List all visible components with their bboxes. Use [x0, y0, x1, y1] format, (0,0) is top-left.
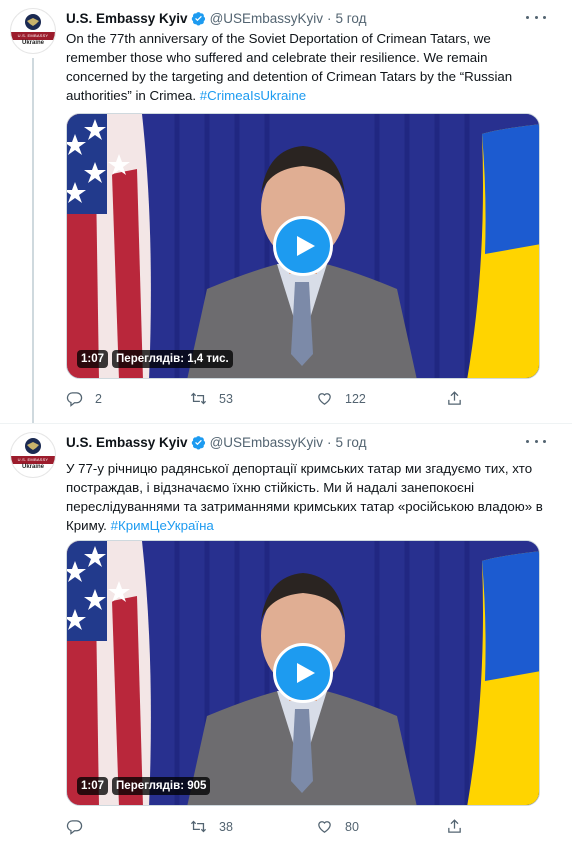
video-player[interactable]: 1:07 Переглядів: 905	[66, 540, 540, 806]
eagle-seal-icon	[25, 14, 41, 30]
separator-dot: ·	[327, 434, 332, 450]
share-button[interactable]	[446, 390, 463, 407]
heart-icon	[318, 393, 331, 405]
author-handle[interactable]: @USEmbassyKyiv	[210, 11, 323, 26]
video-info: 1:07 Переглядів: 1,4 тис.	[77, 350, 233, 368]
verified-badge-icon	[191, 11, 205, 25]
author-handle[interactable]: @USEmbassyKyiv	[210, 435, 323, 450]
eagle-seal-icon	[25, 438, 41, 454]
tweet-text: У 77-у річницю радянської депортації кри…	[66, 459, 546, 535]
reply-icon	[66, 392, 83, 407]
video-views: Переглядів: 1,4 тис.	[112, 350, 233, 368]
separator-dot: ·	[327, 10, 332, 26]
avatar-band: U.S. EMBASSY	[11, 456, 55, 464]
reply-count: 2	[95, 391, 102, 406]
retweet-button[interactable]: 53	[190, 390, 233, 407]
retweet-count: 38	[219, 819, 233, 834]
video-player[interactable]: 1:07 Переглядів: 1,4 тис.	[66, 113, 540, 379]
avatar[interactable]: U.S. EMBASSY Ukraine	[10, 8, 56, 54]
avatar[interactable]: U.S. EMBASSY Ukraine	[10, 432, 56, 478]
like-count: 80	[345, 819, 359, 834]
video-duration: 1:07	[77, 777, 109, 795]
tweet-time[interactable]: 5 год	[336, 435, 367, 450]
reply-button[interactable]	[66, 818, 95, 835]
reply-button[interactable]: 2	[66, 390, 102, 407]
tweet-header: U.S. Embassy Kyiv @USEmbassyKyiv · 5 год	[66, 432, 367, 452]
heart-icon	[318, 821, 331, 833]
video-info: 1:07 Переглядів: 905	[77, 777, 211, 795]
reply-icon	[66, 820, 83, 835]
play-button[interactable]	[273, 216, 333, 276]
more-options-icon[interactable]	[526, 10, 546, 24]
author-name[interactable]: U.S. Embassy Kyiv	[66, 435, 188, 450]
avatar-band: U.S. EMBASSY	[11, 32, 55, 40]
tweet[interactable]: U.S. EMBASSY Ukraine U.S. Embassy Kyiv @…	[0, 423, 572, 855]
tweet-time[interactable]: 5 год	[336, 11, 367, 26]
retweet-icon	[190, 820, 207, 833]
avatar-country: Ukraine	[21, 464, 44, 470]
thread-line	[32, 58, 34, 423]
hashtag-link[interactable]: #КримЦеУкраїна	[111, 518, 214, 533]
play-button[interactable]	[273, 643, 333, 703]
video-duration: 1:07	[77, 350, 109, 368]
share-icon	[448, 819, 461, 833]
play-icon	[297, 663, 315, 683]
verified-badge-icon	[191, 435, 205, 449]
tweet-actions: 2 53 122	[66, 390, 466, 410]
tweet-header: U.S. Embassy Kyiv @USEmbassyKyiv · 5 год	[66, 8, 367, 28]
tweet-text: On the 77th anniversary of the Soviet De…	[66, 29, 546, 105]
tweet[interactable]: U.S. EMBASSY Ukraine U.S. Embassy Kyiv @…	[0, 0, 572, 423]
more-options-icon[interactable]	[526, 434, 546, 448]
like-button[interactable]: 80	[316, 818, 359, 835]
share-button[interactable]	[446, 818, 463, 835]
hashtag-link[interactable]: #CrimeaIsUkraine	[200, 88, 306, 103]
play-icon	[297, 236, 315, 256]
like-button[interactable]: 122	[316, 390, 366, 407]
author-name[interactable]: U.S. Embassy Kyiv	[66, 11, 188, 26]
share-icon	[448, 391, 461, 405]
avatar-country: Ukraine	[21, 40, 44, 46]
retweet-count: 53	[219, 391, 233, 406]
retweet-button[interactable]: 38	[190, 818, 233, 835]
like-count: 122	[345, 391, 366, 406]
video-views: Переглядів: 905	[112, 777, 211, 795]
retweet-icon	[190, 392, 207, 405]
tweet-actions: 38 80	[66, 818, 466, 838]
